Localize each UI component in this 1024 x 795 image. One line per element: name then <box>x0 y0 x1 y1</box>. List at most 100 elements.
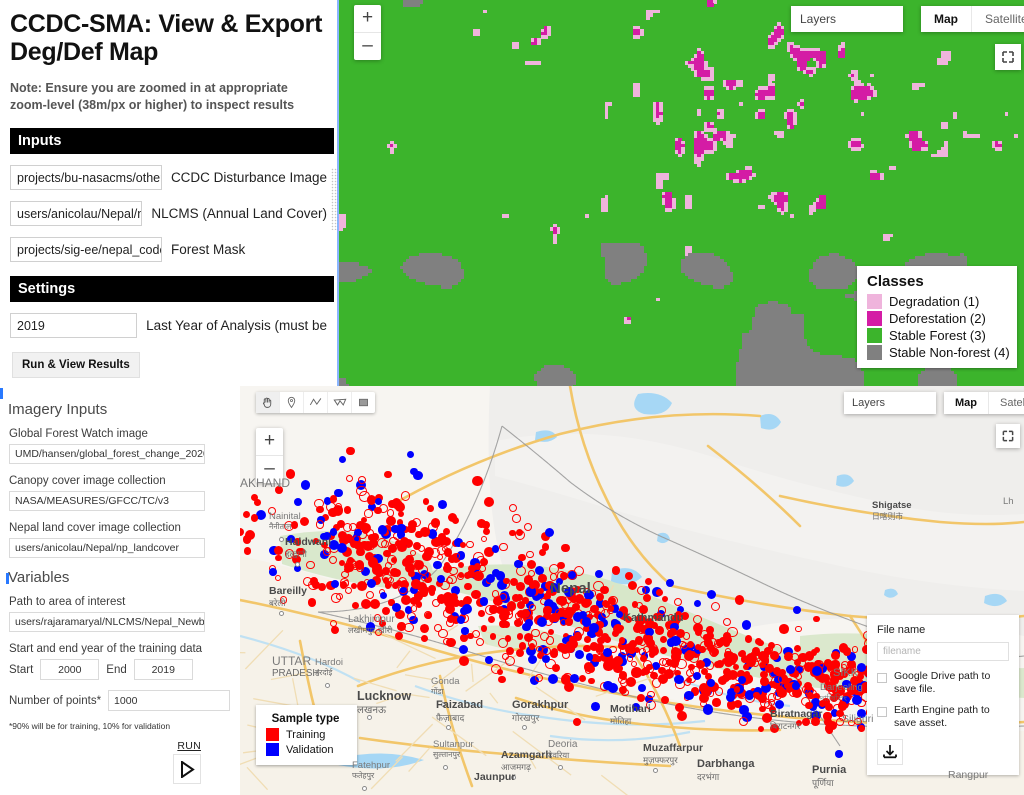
training-sample-point <box>529 581 537 589</box>
file-name-label: File name <box>877 624 926 636</box>
bottom-map-zoom-in-button[interactable]: + <box>256 428 283 455</box>
marker-pin-icon[interactable] <box>280 392 303 413</box>
training-sample-point <box>343 506 352 514</box>
training-sample-point <box>327 507 338 518</box>
training-sample-point <box>328 556 337 564</box>
earth-engine-checkbox-row[interactable]: Earth Engine path to save asset. <box>877 704 1009 730</box>
validation-sample-point <box>436 575 445 584</box>
top-map-zoom-out-button[interactable]: – <box>354 33 381 60</box>
bottom-map-zoom-out-button[interactable]: – <box>256 456 283 483</box>
training-sample-point <box>361 523 371 533</box>
training-sample-point <box>428 585 437 593</box>
google-drive-checkbox[interactable] <box>877 673 887 683</box>
training-sample-point <box>466 540 474 549</box>
bottom-map-basemap-toggle[interactable]: Map Satellite <box>944 392 1024 414</box>
bottom-map-basemap-satellite-option[interactable]: Satellite <box>989 392 1024 414</box>
training-sample-point <box>499 542 509 552</box>
training-sample-point <box>550 650 559 658</box>
validation-sample-point <box>594 569 604 578</box>
nepal-landcover-label: Nepal land cover image collection <box>9 522 181 534</box>
map-city-dot <box>446 725 451 730</box>
page-title: CCDC-SMA: View & Export Deg/Def Map <box>10 10 327 66</box>
validation-sample-point <box>485 573 495 584</box>
bottom-map-zoom-control[interactable]: + – <box>256 428 283 483</box>
training-sample-point <box>422 498 430 505</box>
training-sample-point <box>504 635 512 642</box>
ccdc-disturbance-image-input[interactable]: projects/bu-nasacms/other <box>10 164 162 190</box>
number-of-points-input[interactable]: 1000 <box>108 690 231 711</box>
google-drive-checkbox-row[interactable]: Google Drive path to save file. <box>877 670 1009 696</box>
bottom-map-fullscreen-button[interactable] <box>996 424 1020 448</box>
classes-legend: Classes Degradation (1) Deforestation (2… <box>857 266 1017 368</box>
training-sample-point <box>645 578 653 586</box>
validation-sample-point <box>702 704 713 715</box>
last-year-of-analysis-input[interactable]: 2019 <box>10 312 138 338</box>
legend-label-degradation: Degradation (1) <box>889 294 980 309</box>
training-sample-point <box>517 667 525 675</box>
training-sample-point <box>723 618 732 627</box>
training-sample-point <box>459 656 469 667</box>
number-of-points-row: Number of points* 1000 <box>9 690 231 711</box>
training-sample-point <box>624 616 632 624</box>
nlcms-landcover-label: NLCMS (Annual Land Cover) <box>151 205 327 221</box>
validation-sample-point <box>670 635 681 646</box>
training-sample-point <box>552 663 561 672</box>
top-map-basemap-satellite-option[interactable]: Satellite <box>972 6 1024 32</box>
start-year-input[interactable]: 2000 <box>40 659 100 680</box>
training-sample-point <box>382 574 392 584</box>
panel-accent-tick <box>0 388 3 399</box>
run-label: RUN <box>177 740 201 752</box>
file-name-input[interactable]: filename <box>877 642 1009 661</box>
gfw-image-input[interactable]: UMD/hansen/global_forest_change_2020_v1 <box>9 444 205 464</box>
forest-mask-input[interactable]: projects/sig-ee/nepal_code <box>10 236 162 262</box>
rectangle-icon[interactable] <box>352 392 375 413</box>
training-sample-point <box>543 605 552 615</box>
training-sample-map[interactable]: + – Layers Map Satellite Sample type Tr <box>240 386 1024 795</box>
training-sample-point <box>315 519 325 529</box>
aoi-path-input[interactable]: users/rajaramaryal/NLCMS/Nepal_Newboun <box>9 612 205 632</box>
deg-def-classification-map[interactable]: + – Layers Map Satellite Classes Degrada… <box>339 0 1024 386</box>
validation-sample-point <box>300 480 310 490</box>
nepal-landcover-input[interactable]: users/anicolau/Nepal/np_landcover <box>9 538 205 558</box>
nlcms-landcover-input[interactable]: users/anicolau/Nepal/np_lɑ <box>10 200 143 226</box>
training-sample-point <box>350 560 359 568</box>
variables-header: Variables <box>8 569 70 586</box>
training-sample-point <box>836 672 845 680</box>
training-sample-point <box>515 593 523 601</box>
earth-engine-checkbox[interactable] <box>877 707 887 718</box>
polygon-icon[interactable] <box>328 392 351 413</box>
run-and-view-results-button[interactable]: Run & View Results <box>12 351 140 378</box>
training-sample-point <box>624 643 635 654</box>
validation-sample-point <box>514 559 523 569</box>
training-sample-point <box>346 475 354 483</box>
top-map-basemap-map-option[interactable]: Map <box>921 6 971 32</box>
training-sample-point <box>655 626 664 635</box>
canopy-cover-input[interactable]: NASA/MEASURES/GFCC/TC/v3 <box>9 491 205 511</box>
page-title-line2: Deg/Def Map <box>10 38 159 66</box>
training-years-label: Start and end year of the training data <box>9 643 203 655</box>
legend-swatch-stable-forest <box>867 328 882 343</box>
bottom-map-layers-button[interactable]: Layers <box>844 392 936 414</box>
training-sample-point <box>446 614 455 623</box>
training-sample-point <box>674 702 684 712</box>
drawing-tools-toolbar[interactable] <box>256 392 375 413</box>
training-sample-point <box>655 589 663 597</box>
top-map-fullscreen-button[interactable] <box>995 44 1021 70</box>
sample-type-legend-title: Sample type <box>271 713 340 725</box>
top-map-zoom-control[interactable]: + – <box>354 5 381 60</box>
bottom-map-basemap-map-option[interactable]: Map <box>944 392 988 414</box>
polyline-icon[interactable] <box>304 392 327 413</box>
training-sample-point <box>491 590 499 598</box>
top-map-layers-button[interactable]: Layers <box>791 6 903 32</box>
top-map-zoom-in-button[interactable]: + <box>354 5 381 32</box>
training-sample-point <box>531 628 540 637</box>
download-button[interactable] <box>877 738 903 765</box>
training-sample-point <box>805 701 813 710</box>
hand-pan-icon[interactable] <box>256 392 279 413</box>
map-city-dot <box>522 725 527 730</box>
top-map-basemap-toggle[interactable]: Map Satellite <box>921 6 1024 32</box>
end-year-input[interactable]: 2019 <box>133 659 193 680</box>
training-sample-point <box>660 647 668 655</box>
run-button[interactable] <box>173 754 201 784</box>
training-sample-point <box>734 595 745 605</box>
